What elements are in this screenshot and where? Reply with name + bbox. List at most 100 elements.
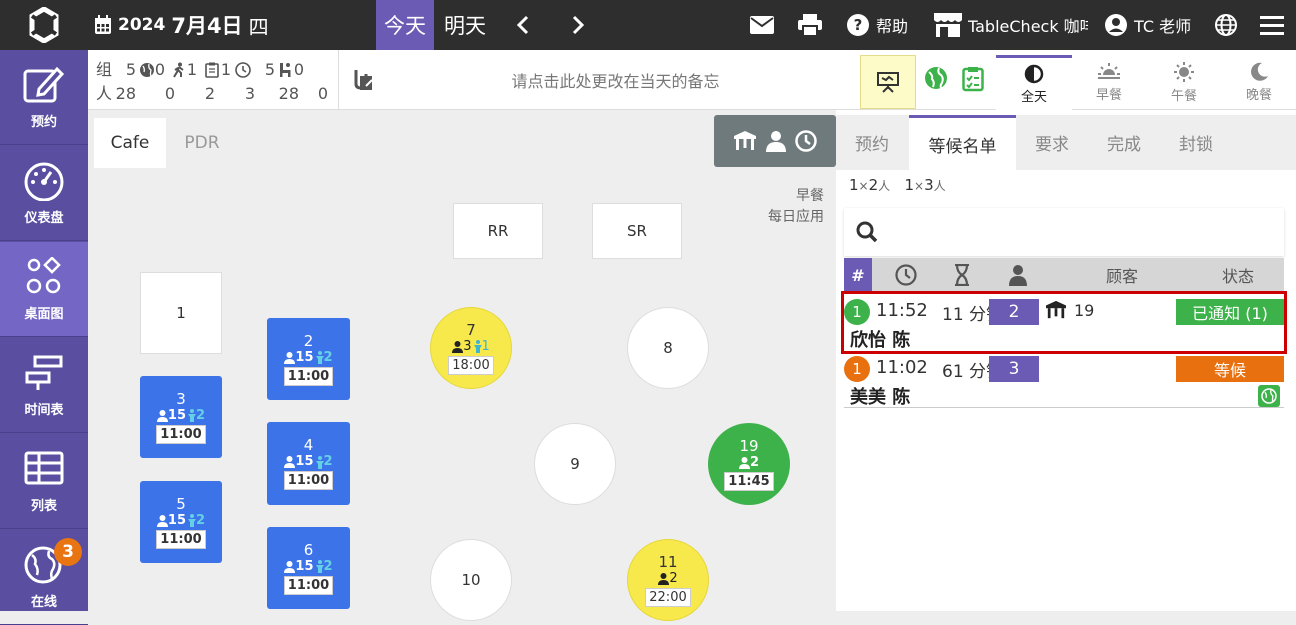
daily-memo[interactable]: 请点击此处更改在当天的备忘 <box>338 50 858 110</box>
status-badge[interactable]: 等候 <box>1176 356 1284 382</box>
queue-number: 1 <box>844 299 870 325</box>
tab-requests[interactable]: 要求 <box>1016 115 1088 170</box>
user-circle-icon <box>1105 14 1127 36</box>
header-status[interactable]: 状态 <box>1208 258 1268 292</box>
store-label: TableCheck 咖啡 <box>968 17 1088 36</box>
logo-icon[interactable] <box>0 0 88 50</box>
next-day-button[interactable] <box>563 0 593 50</box>
meal-tab-breakfast[interactable]: 早餐 <box>1071 55 1147 110</box>
table-6[interactable]: 6 15 2 11:00 <box>267 527 350 609</box>
tomorrow-button[interactable]: 明天 <box>436 0 494 50</box>
table-9[interactable]: 9 <box>534 423 616 505</box>
tab-completed[interactable]: 完成 <box>1088 115 1160 170</box>
sidebar: 预约 仪表盘 桌面图 时间表 列表 在线 3 <box>0 50 88 625</box>
tab-blocked[interactable]: 封锁 <box>1160 115 1232 170</box>
table-icon <box>24 451 64 484</box>
waitlist-row[interactable]: 1 11:52 11 分钟 2 19 已通知 (1) 欣怡 陈 <box>841 291 1287 354</box>
table-number: 8 <box>663 338 673 357</box>
online-booking-button[interactable] <box>924 66 948 94</box>
floor-tab-pdr[interactable]: PDR <box>166 118 238 168</box>
table-19[interactable]: 19 2 11:45 <box>708 423 790 505</box>
date-year: 2024 <box>118 15 166 35</box>
today-button[interactable]: 今天 <box>376 0 434 50</box>
waitlist-header: # 顾客 状态 <box>844 258 1284 292</box>
store-selector[interactable]: TableCheck 咖啡 <box>934 0 1088 50</box>
user-icon <box>284 560 296 573</box>
table-7[interactable]: 7 3 1 18:00 <box>430 307 512 389</box>
header-number[interactable]: # <box>844 258 872 292</box>
child-count: 2 <box>323 454 333 469</box>
sidebar-item-floorplan[interactable]: 桌面图 <box>0 242 88 337</box>
user-icon <box>156 409 168 422</box>
table-guest-info: 15 2 <box>284 454 333 470</box>
daily-stats: 组 5 0 1 1 5 0 人 28 0 2 3 28 0 <box>96 58 328 106</box>
meal-tab-all-day[interactable]: 全天 <box>996 55 1072 110</box>
queue-number: 1 <box>844 356 870 382</box>
header-wait[interactable] <box>948 258 976 292</box>
globe-icon <box>140 63 154 77</box>
table-number: 3 <box>176 389 186 408</box>
table-4[interactable]: 4 15 2 11:00 <box>267 422 350 505</box>
stat-people-walkin: 2 <box>204 84 215 103</box>
table-rr[interactable]: RR <box>453 203 543 259</box>
sidebar-item-dashboard[interactable]: 仪表盘 <box>0 146 88 241</box>
search-icon <box>856 221 878 243</box>
table-10[interactable]: 10 <box>430 539 512 621</box>
child-count: 2 <box>323 349 333 365</box>
hamburger-icon <box>1260 16 1284 35</box>
help-button[interactable]: ? 帮助 <box>846 0 908 50</box>
child-count: 2 <box>196 407 206 423</box>
table-number: 11 <box>658 552 678 571</box>
table-1[interactable]: 1 <box>140 272 222 354</box>
tab-waitlist[interactable]: 等候名单 <box>909 115 1016 170</box>
size-unit: 人 <box>878 179 891 193</box>
user-menu[interactable]: TC 老师 <box>1104 0 1191 50</box>
mail-button[interactable] <box>750 0 774 50</box>
stat-groups-walkin: 1 <box>186 60 197 79</box>
header-party[interactable] <box>1004 258 1032 292</box>
child-count: 2 <box>323 558 333 574</box>
help-label: 帮助 <box>876 17 909 36</box>
header-time[interactable] <box>892 258 920 292</box>
sidebar-item-timeline[interactable]: 时间表 <box>0 338 88 433</box>
table-3[interactable]: 3 15 2 11:00 <box>140 376 222 458</box>
print-button[interactable] <box>798 0 822 50</box>
sidebar-item-label: 在线 <box>30 594 57 610</box>
meal-tab-label: 早餐 <box>1095 88 1122 103</box>
status-badge[interactable]: 已通知 (1) <box>1176 299 1284 325</box>
checklist-button[interactable] <box>962 66 984 96</box>
meal-period-rule: 每日应用 <box>768 209 824 225</box>
table-11[interactable]: 11 2 22:00 <box>627 539 709 621</box>
waitlist-search[interactable] <box>844 208 1284 256</box>
table-sr[interactable]: SR <box>592 203 682 259</box>
presentation-button[interactable] <box>860 55 916 109</box>
table-icon[interactable] <box>733 130 757 152</box>
sidebar-item-list[interactable]: 列表 <box>0 434 88 529</box>
meal-tab-lunch[interactable]: 午餐 <box>1146 55 1222 110</box>
table-8[interactable]: 8 <box>627 307 709 389</box>
user-icon[interactable] <box>765 130 787 152</box>
waitlist-row[interactable]: 1 11:02 61 分钟 3 等候 美美 陈 <box>844 351 1284 408</box>
date-weekday: 四 <box>248 14 269 39</box>
table-5[interactable]: 5 15 2 11:00 <box>140 481 222 563</box>
table-number: 4 <box>303 436 314 454</box>
tab-reservations[interactable]: 预约 <box>836 115 908 170</box>
floor-tab-cafe[interactable]: Cafe <box>94 118 166 168</box>
stat-groups-list: 1 <box>220 60 231 79</box>
prev-day-button[interactable] <box>508 0 538 50</box>
clock-icon[interactable] <box>795 130 817 152</box>
menu-button[interactable] <box>1260 0 1284 50</box>
language-button[interactable] <box>1214 0 1238 50</box>
chevron-left-icon <box>516 15 529 35</box>
meal-tab-dinner[interactable]: 晚餐 <box>1221 55 1296 110</box>
wait-duration: 11 分钟 <box>942 305 996 325</box>
sidebar-item-label: 时间表 <box>24 402 64 418</box>
stat-groups-total: 5 <box>125 60 136 79</box>
header-guest[interactable]: 顾客 <box>1092 258 1152 292</box>
sidebar-item-label: 桌面图 <box>24 306 64 322</box>
table-number: 5 <box>176 494 186 513</box>
date-display[interactable]: 2024 7月4日 四 <box>94 0 269 50</box>
sidebar-item-reservation[interactable]: 预约 <box>0 50 88 145</box>
table-2[interactable]: 2 15 2 11:00 <box>267 318 350 400</box>
table-time: 11:00 <box>283 575 334 595</box>
